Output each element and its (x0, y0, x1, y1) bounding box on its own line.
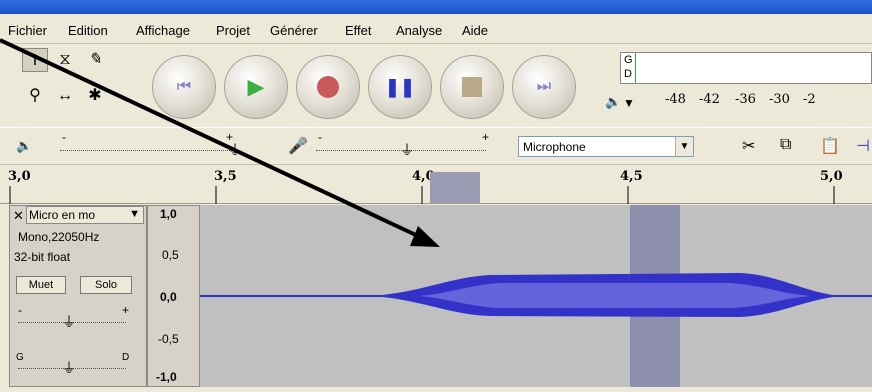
annotation-arrow (0, 38, 440, 247)
